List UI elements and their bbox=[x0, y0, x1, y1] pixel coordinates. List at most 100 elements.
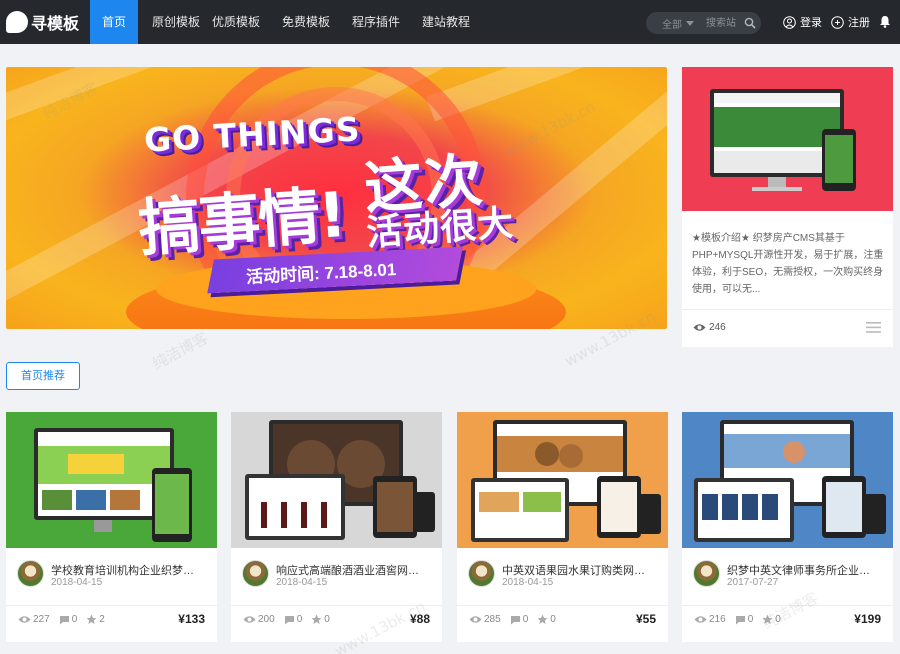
comment-icon bbox=[284, 615, 294, 624]
product-title[interactable]: 响应式高端酿酒酒业酒窖网站... bbox=[276, 562, 428, 578]
star-icon bbox=[537, 614, 548, 624]
star-icon bbox=[762, 614, 773, 624]
chevron-down-icon[interactable] bbox=[686, 21, 694, 26]
comments-count: 0 bbox=[71, 614, 78, 625]
comment-icon bbox=[510, 615, 520, 624]
comments-stat: 0 bbox=[284, 614, 303, 625]
comments-stat: 0 bbox=[510, 614, 529, 625]
login-label: 登录 bbox=[800, 17, 822, 29]
eye-icon bbox=[18, 616, 31, 623]
product-title[interactable]: 学校教育培训机构企业织梦模... bbox=[51, 562, 203, 578]
side-card-description: ★模板介绍★ 织梦房产CMS其基于PHP+MYSQL开源性开发，易于扩展，注重体… bbox=[692, 233, 884, 295]
product-card[interactable]: 织梦中英文律师事务所企业工... 2017-07-27 216 0 0 ¥199 bbox=[682, 412, 893, 642]
nav-item-quality-templates[interactable]: 优质模板 bbox=[212, 0, 282, 44]
product-stats: 200 0 0 bbox=[243, 614, 339, 625]
comments-count: 0 bbox=[747, 614, 754, 625]
views-count: 227 bbox=[33, 614, 50, 625]
product-price: ¥133 bbox=[178, 612, 205, 626]
product-price: ¥88 bbox=[409, 612, 430, 626]
eye-icon bbox=[243, 616, 256, 623]
comments-count: 0 bbox=[296, 614, 303, 625]
avatar[interactable] bbox=[468, 560, 495, 587]
product-thumbnail[interactable] bbox=[231, 412, 442, 548]
product-date: 2018-04-15 bbox=[502, 577, 554, 588]
product-card[interactable]: 学校教育培训机构企业织梦模... 2018-04-15 227 0 2 ¥133 bbox=[6, 412, 217, 642]
logo[interactable]: 寻模板 bbox=[6, 10, 79, 34]
side-card-thumbnail[interactable] bbox=[682, 67, 893, 211]
register-link[interactable]: 注册 bbox=[831, 14, 870, 30]
views-count: 216 bbox=[709, 614, 726, 625]
nav-item-original-templates[interactable]: 原创模板 bbox=[152, 0, 212, 44]
search-box: 全部 bbox=[646, 12, 761, 34]
search-scope-select[interactable]: 全部 bbox=[662, 16, 682, 31]
comments-count: 0 bbox=[522, 614, 529, 625]
eye-icon bbox=[693, 324, 706, 331]
views-stat: 200 bbox=[243, 614, 275, 625]
main-nav: 首页 原创模板 优质模板 免费模板 程序插件 建站教程 bbox=[90, 0, 482, 44]
product-date: 2018-04-15 bbox=[276, 577, 328, 588]
top-navbar: 寻模板 首页 原创模板 优质模板 免费模板 程序插件 建站教程 全部 登录 注册 bbox=[0, 0, 900, 44]
product-stats: 227 0 2 bbox=[18, 614, 114, 625]
product-thumbnail[interactable] bbox=[6, 412, 217, 548]
avatar[interactable] bbox=[693, 560, 720, 587]
product-stats: 216 0 0 bbox=[694, 614, 790, 625]
divider bbox=[457, 605, 668, 606]
product-date: 2017-07-27 bbox=[727, 577, 779, 588]
views-stat: 227 bbox=[18, 614, 50, 625]
views-stat: 216 bbox=[694, 614, 726, 625]
eye-icon bbox=[469, 616, 482, 623]
banner-headline-cn-main: 搞事情! bbox=[136, 177, 347, 266]
nav-item-home[interactable]: 首页 bbox=[90, 0, 138, 44]
comment-icon bbox=[735, 615, 745, 624]
product-title[interactable]: 织梦中英文律师事务所企业工... bbox=[727, 562, 879, 578]
search-input[interactable] bbox=[706, 15, 742, 31]
device-mockup-image bbox=[245, 420, 435, 540]
divider bbox=[682, 605, 893, 606]
watermark: 纯洁博客 bbox=[149, 328, 211, 373]
comments-stat: 0 bbox=[59, 614, 78, 625]
likes-stat: 0 bbox=[762, 614, 781, 625]
divider bbox=[682, 309, 893, 310]
product-stats: 285 0 0 bbox=[469, 614, 565, 625]
eye-icon bbox=[694, 616, 707, 623]
register-label: 注册 bbox=[848, 17, 870, 29]
divider bbox=[6, 605, 217, 606]
avatar[interactable] bbox=[242, 560, 269, 587]
device-mockup-image bbox=[471, 420, 661, 542]
likes-stat: 0 bbox=[311, 614, 330, 625]
brand-name: 寻模板 bbox=[31, 16, 80, 33]
product-thumbnail[interactable] bbox=[682, 412, 893, 548]
side-card-views: 246 bbox=[693, 322, 726, 333]
avatar[interactable] bbox=[17, 560, 44, 587]
side-card-views-count: 246 bbox=[709, 322, 726, 333]
banner-ray bbox=[426, 67, 667, 122]
comments-stat: 0 bbox=[735, 614, 754, 625]
likes-stat: 2 bbox=[86, 614, 105, 625]
likes-stat: 0 bbox=[537, 614, 556, 625]
device-mockup-image bbox=[694, 420, 886, 542]
product-title[interactable]: 中英双语果园水果订购类网站... bbox=[502, 562, 654, 578]
list-icon[interactable] bbox=[866, 322, 881, 333]
views-count: 200 bbox=[258, 614, 275, 625]
divider bbox=[231, 605, 442, 606]
hero-banner[interactable]: GO THINGS 搞事情! 这次 活动很大 活动时间: 7.18-8.01 bbox=[6, 67, 667, 329]
featured-side-card[interactable]: ★模板介绍★ 织梦房产CMS其基于PHP+MYSQL开源性开发，易于扩展，注重体… bbox=[682, 67, 893, 347]
nav-item-free-templates[interactable]: 免费模板 bbox=[282, 0, 352, 44]
bell-icon[interactable] bbox=[879, 15, 891, 28]
star-icon bbox=[86, 614, 97, 624]
device-mockup-image bbox=[34, 428, 192, 542]
search-icon[interactable] bbox=[744, 17, 756, 29]
section-recommend-button[interactable]: 首页推荐 bbox=[6, 362, 80, 390]
logo-icon bbox=[6, 11, 28, 33]
product-price: ¥55 bbox=[635, 612, 656, 626]
views-count: 285 bbox=[484, 614, 501, 625]
product-thumbnail[interactable] bbox=[457, 412, 668, 548]
nav-item-tutorials[interactable]: 建站教程 bbox=[422, 0, 482, 44]
comment-icon bbox=[59, 615, 69, 624]
likes-count: 2 bbox=[99, 614, 105, 625]
register-icon bbox=[831, 15, 844, 29]
product-card[interactable]: 中英双语果园水果订购类网站... 2018-04-15 285 0 0 ¥55 bbox=[457, 412, 668, 642]
login-link[interactable]: 登录 bbox=[783, 14, 822, 30]
product-card[interactable]: 响应式高端酿酒酒业酒窖网站... 2018-04-15 200 0 0 ¥88 bbox=[231, 412, 442, 642]
nav-item-plugins[interactable]: 程序插件 bbox=[352, 0, 422, 44]
